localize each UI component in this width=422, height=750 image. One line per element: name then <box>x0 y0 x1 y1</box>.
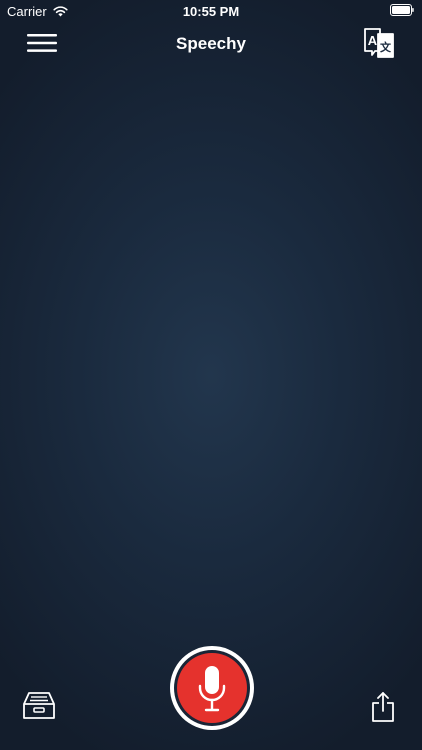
translate-glyph-alt: 文 <box>380 40 392 54</box>
navigation-bar: Speechy A 文 <box>0 22 422 66</box>
record-button-core <box>177 653 247 723</box>
status-time: 10:55 PM <box>182 4 240 19</box>
record-button-ring <box>174 650 250 726</box>
record-button[interactable] <box>170 646 254 730</box>
status-bar: Carrier 10:55 PM <box>0 0 422 22</box>
inbox-tray-icon[interactable] <box>22 690 56 722</box>
translate-glyph-a: A <box>368 33 378 48</box>
page-title: Speechy <box>176 34 246 53</box>
battery-icon <box>390 4 414 16</box>
microphone-icon <box>198 666 226 712</box>
translate-icon[interactable]: A 文 <box>362 26 396 60</box>
hamburger-menu-icon[interactable] <box>24 30 60 56</box>
app-screen: Carrier 10:55 PM Speechy A 文 <box>0 0 422 750</box>
share-icon[interactable] <box>370 690 396 724</box>
